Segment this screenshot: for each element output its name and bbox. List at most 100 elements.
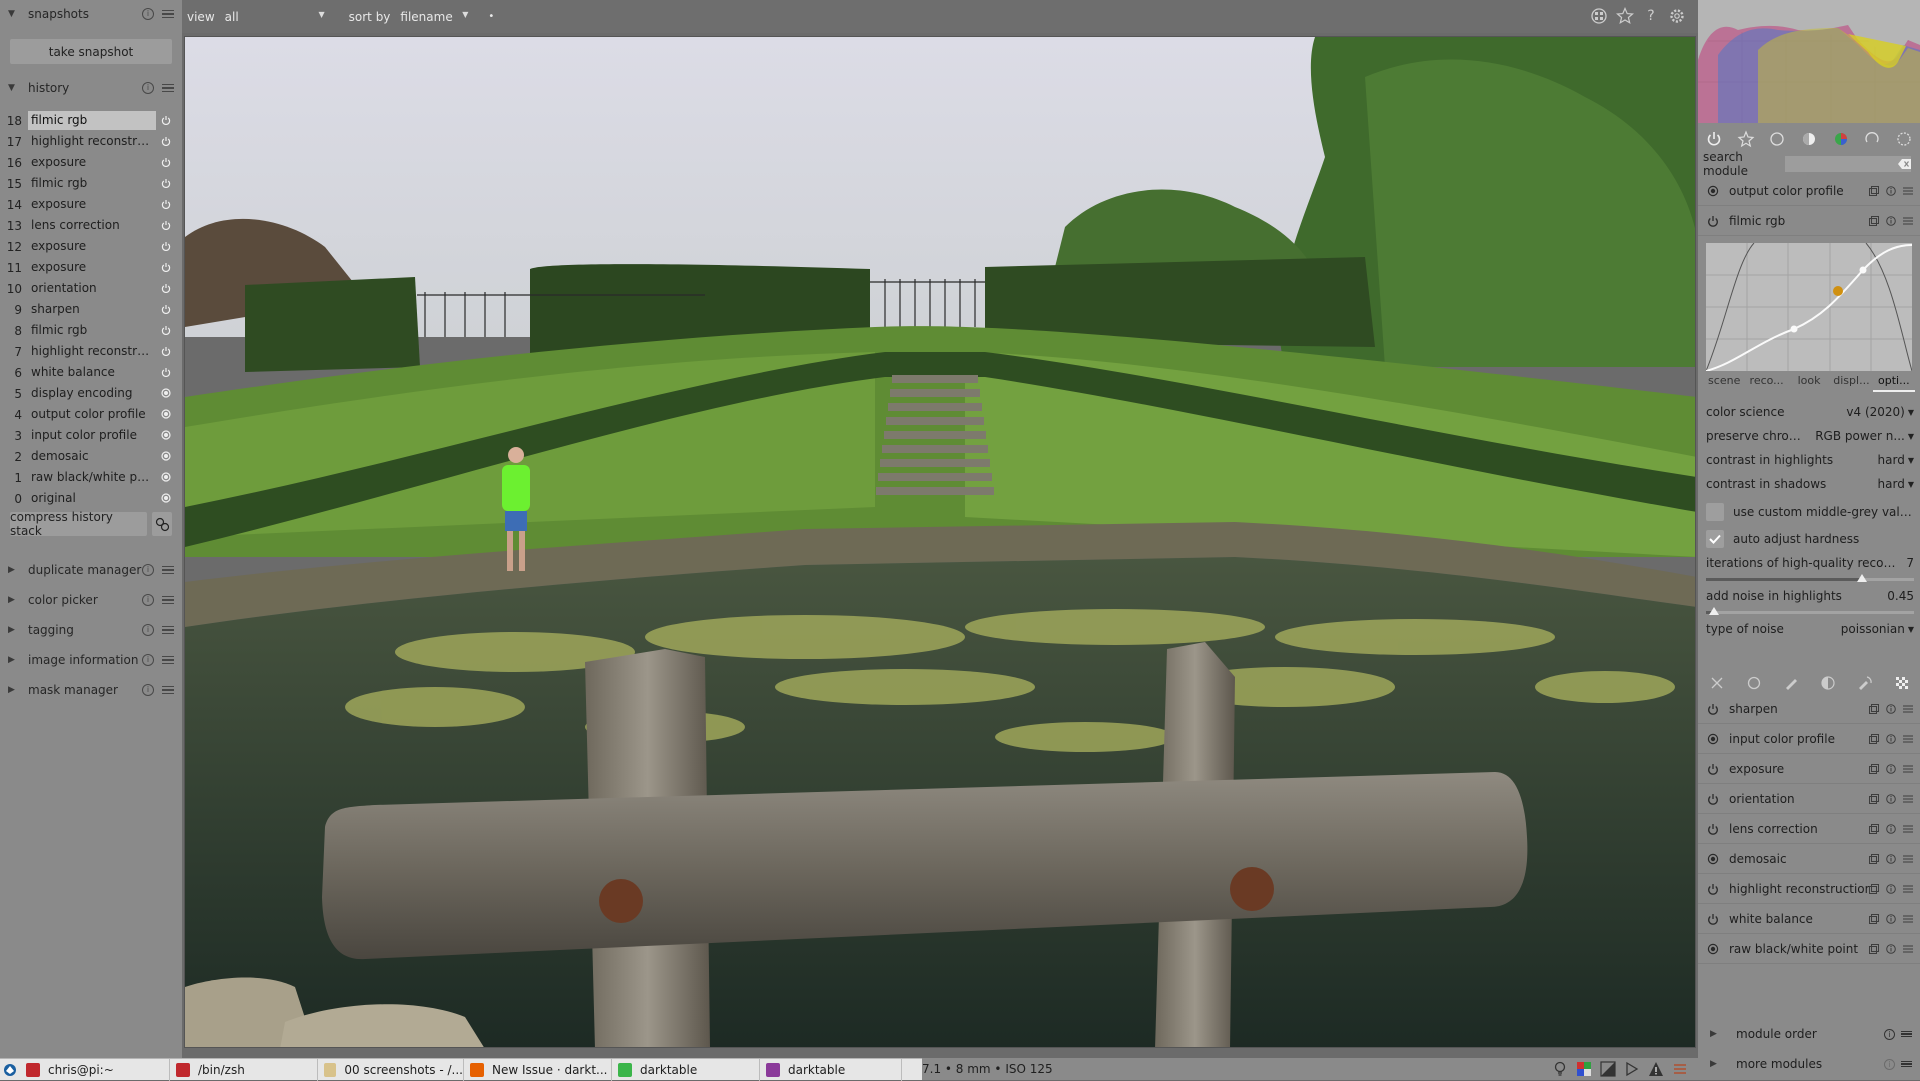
history-item[interactable]: 14 exposure: [0, 194, 182, 215]
presets-menu-icon[interactable]: [1903, 186, 1913, 196]
taskbar-item[interactable]: 00 screenshots - /...: [318, 1058, 464, 1081]
reset-icon[interactable]: [1886, 185, 1896, 196]
history-item[interactable]: 11 exposure: [0, 257, 182, 278]
presets-menu-icon[interactable]: [1903, 794, 1913, 804]
clipping-icon[interactable]: [1624, 1061, 1640, 1077]
softproof-icon[interactable]: [1672, 1061, 1688, 1077]
reset-icon[interactable]: i: [1884, 1058, 1895, 1070]
iterations-slider-thumb[interactable]: [1857, 574, 1867, 582]
history-item[interactable]: 1 raw black/white point: [0, 467, 182, 488]
snapshots-header[interactable]: ▼ snapshots i: [0, 0, 182, 28]
filmic-tab[interactable]: reco...: [1745, 374, 1787, 392]
presets-menu-icon[interactable]: [1903, 944, 1913, 954]
multi-instance-icon[interactable]: [1869, 883, 1879, 894]
module-header[interactable]: white balance: [1698, 904, 1920, 934]
reset-icon[interactable]: i: [142, 82, 154, 94]
history-item[interactable]: 5 display encoding: [0, 383, 182, 404]
drawn-mask-icon[interactable]: [1783, 675, 1799, 691]
reset-icon[interactable]: i: [142, 594, 154, 606]
search-module-input[interactable]: [1785, 156, 1911, 172]
auto-hardness-checkbox[interactable]: [1706, 530, 1724, 548]
filmic-param-row[interactable]: preserve chromi... RGB power n... ▼: [1706, 424, 1914, 448]
filmic-param-row[interactable]: color science v4 (2020) ▼: [1706, 400, 1914, 424]
section-image-information[interactable]: ▶ image information i: [0, 646, 182, 674]
noise-row[interactable]: add noise in highlights 0.45: [1706, 584, 1914, 608]
main-image-preview[interactable]: [184, 36, 1696, 1048]
start-menu-icon[interactable]: [0, 1059, 20, 1081]
history-item[interactable]: 2 demosaic: [0, 446, 182, 467]
more-modules-row[interactable]: ▶ more modules i: [1698, 1050, 1920, 1078]
favorites-icon[interactable]: [1737, 130, 1755, 148]
power-icon[interactable]: [1707, 215, 1719, 227]
presets-menu-icon[interactable]: [1903, 734, 1913, 744]
custom-grey-checkbox[interactable]: [1706, 503, 1724, 521]
filmic-tab[interactable]: look: [1788, 374, 1830, 392]
uniform-mask-icon[interactable]: [1746, 675, 1762, 691]
power-icon[interactable]: [1707, 913, 1719, 925]
presets-menu-icon[interactable]: [1903, 764, 1913, 774]
module-header[interactable]: orientation: [1698, 784, 1920, 814]
reset-icon[interactable]: i: [142, 654, 154, 666]
help-icon[interactable]: ?: [1642, 7, 1660, 25]
reset-icon[interactable]: [1886, 823, 1896, 834]
presets-menu-icon[interactable]: [1903, 914, 1913, 924]
multi-instance-icon[interactable]: [1869, 823, 1879, 834]
presets-menu-icon[interactable]: [1903, 884, 1913, 894]
presets-menu-icon[interactable]: [1903, 824, 1913, 834]
history-item[interactable]: 15 filmic rgb: [0, 173, 182, 194]
iterations-slider[interactable]: [1706, 578, 1914, 581]
multi-instance-icon[interactable]: [1869, 943, 1879, 954]
presets-menu-icon[interactable]: [162, 8, 174, 20]
presets-menu-icon[interactable]: [1901, 1029, 1912, 1040]
multi-instance-icon[interactable]: [1869, 185, 1879, 196]
filmic-tab[interactable]: opti...: [1872, 374, 1916, 392]
reset-icon[interactable]: [1886, 853, 1896, 864]
multi-instance-icon[interactable]: [1869, 215, 1879, 226]
section-tagging[interactable]: ▶ tagging i: [0, 616, 182, 644]
base-group-icon[interactable]: [1768, 130, 1786, 148]
power-icon[interactable]: [1707, 883, 1719, 895]
history-item[interactable]: 4 output color profile: [0, 404, 182, 425]
color-assessment-icon[interactable]: [1576, 1061, 1592, 1077]
taskbar-item[interactable]: /bin/zsh: [170, 1058, 318, 1081]
power-icon[interactable]: [1707, 823, 1719, 835]
history-header[interactable]: ▼ history i: [0, 74, 182, 102]
reset-icon[interactable]: [1886, 883, 1896, 894]
reset-icon[interactable]: i: [142, 684, 154, 696]
taskbar-item[interactable]: darktable: [612, 1058, 760, 1081]
presets-menu-icon[interactable]: [162, 684, 174, 696]
power-icon[interactable]: [1707, 763, 1719, 775]
presets-menu-icon[interactable]: [162, 594, 174, 606]
section-duplicate-manager[interactable]: ▶ duplicate manager i: [0, 556, 182, 584]
module-header[interactable]: exposure: [1698, 754, 1920, 784]
module-header[interactable]: sharpen: [1698, 694, 1920, 724]
presets-menu-icon[interactable]: [1903, 704, 1913, 714]
history-item[interactable]: 18 filmic rgb: [0, 110, 182, 131]
focus-peaking-icon[interactable]: [1552, 1061, 1568, 1077]
reset-icon[interactable]: i: [1884, 1028, 1895, 1040]
history-item[interactable]: 13 lens correction: [0, 215, 182, 236]
module-header[interactable]: highlight reconstruction: [1698, 874, 1920, 904]
history-item[interactable]: 0 original: [0, 488, 182, 509]
raw-overexposed-icon[interactable]: [1600, 1061, 1616, 1077]
power-icon[interactable]: [1707, 703, 1719, 715]
noise-type-row[interactable]: type of noise poissonian ▼: [1706, 617, 1914, 641]
history-item[interactable]: 12 exposure: [0, 236, 182, 257]
view-select[interactable]: all ▼: [225, 10, 325, 24]
sort-select[interactable]: filename ▼: [400, 10, 468, 24]
tone-group-icon[interactable]: [1800, 130, 1818, 148]
reset-icon[interactable]: [1886, 943, 1896, 954]
module-header[interactable]: lens correction: [1698, 814, 1920, 844]
filmic-curve-graph[interactable]: [1706, 243, 1912, 371]
reset-icon[interactable]: [1886, 703, 1896, 714]
filmic-param-row[interactable]: contrast in highlights hard ▼: [1706, 448, 1914, 472]
drawn-parametric-mask-icon[interactable]: [1857, 675, 1873, 691]
multi-instance-icon[interactable]: [1869, 733, 1879, 744]
custom-grey-row[interactable]: use custom middle-grey values: [1706, 500, 1914, 524]
compress-history-button[interactable]: compress history stack: [10, 510, 147, 538]
reset-icon[interactable]: [1886, 763, 1896, 774]
reset-icon[interactable]: [1886, 733, 1896, 744]
reset-icon[interactable]: [1886, 215, 1896, 226]
reset-icon[interactable]: i: [142, 564, 154, 576]
histogram[interactable]: [1698, 0, 1920, 123]
